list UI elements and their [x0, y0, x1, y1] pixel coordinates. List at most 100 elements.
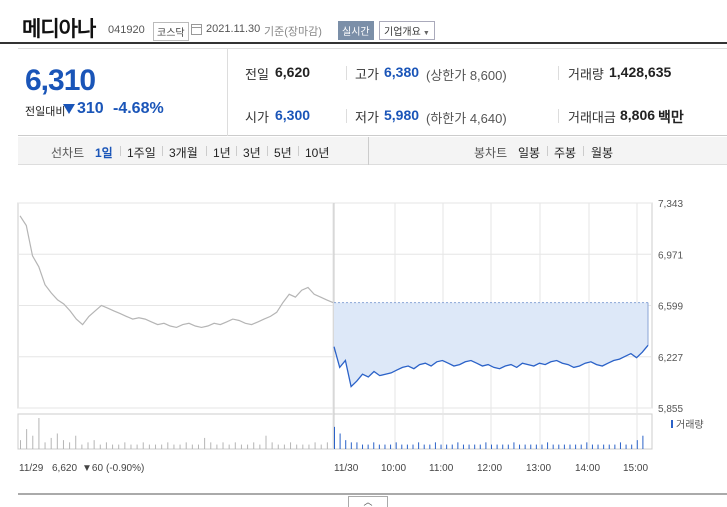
divider	[346, 66, 347, 80]
volume-bar	[457, 442, 459, 449]
amount-value: 8,806	[620, 107, 656, 123]
volume-bar	[519, 444, 521, 449]
volume-bar	[155, 444, 157, 449]
volume-bar	[326, 442, 328, 449]
line-chart-label: 선차트	[51, 146, 85, 160]
volume-bar	[142, 442, 144, 449]
low-value: 5,980	[384, 107, 420, 123]
period-1y[interactable]: 1년	[213, 144, 231, 161]
volume-bar	[591, 444, 593, 449]
volume-bar	[608, 444, 610, 449]
volume-bar	[271, 442, 273, 449]
open-value: 6,300	[275, 107, 311, 123]
x-tick-label: 11/29	[19, 463, 44, 474]
lower-limit: (하한가 4,640)	[426, 111, 507, 126]
y-tick-label: 6,227	[658, 353, 683, 364]
volume-bar	[334, 426, 335, 449]
volume-bar	[210, 442, 212, 449]
volume-bar	[423, 444, 425, 449]
x-tick-label: 14:00	[575, 463, 600, 474]
volume-legend-label: 거래량	[676, 419, 704, 431]
volume-label: 거래량	[568, 67, 604, 82]
volume-bar	[75, 435, 77, 449]
volume-bar	[216, 444, 218, 449]
volume-bar	[302, 444, 304, 449]
candle-daily[interactable]: 일봉	[518, 144, 540, 161]
divider	[547, 146, 548, 156]
candle-weekly[interactable]: 주봉	[554, 144, 576, 161]
prev-close-label: 전일	[245, 67, 269, 82]
price-chart-svg: 7,343 6,971 6,599 6,227 5,855 거래량 11/29 6,620 ▼6…	[17, 199, 727, 495]
y-tick-label: 6,599	[658, 302, 683, 313]
x-tick-label: 10:00	[381, 463, 406, 474]
upper-limit: (상한가 8,600)	[426, 68, 507, 83]
volume-bar	[161, 444, 163, 449]
volume-bar	[234, 442, 236, 449]
divider	[298, 146, 299, 156]
volume-bar	[586, 442, 588, 449]
stock-header: 메디아나 041920 코스닥 2021.11.30 기준(장마감) 실시간 기…	[0, 0, 727, 44]
y-tick-label: 5,855	[658, 404, 683, 415]
volume-bar	[378, 444, 380, 449]
period-10y[interactable]: 10년	[305, 144, 329, 161]
volume-bar	[277, 444, 279, 449]
candle-chart-label: 봉차트	[474, 146, 508, 160]
prev-day-close: 6,620	[52, 463, 77, 474]
volume-bar	[259, 444, 261, 449]
volume-bar	[50, 437, 52, 449]
volume-bar	[530, 444, 532, 449]
current-price: 6,310	[25, 64, 96, 97]
volume-bar	[32, 435, 34, 449]
series-line-day1	[19, 215, 334, 329]
volume-bar	[191, 444, 193, 449]
candle-monthly[interactable]: 월봉	[591, 144, 613, 161]
volume-bar	[440, 444, 442, 449]
company-overview-button[interactable]: 기업개요 ▼	[379, 21, 435, 40]
volume-bar	[558, 444, 560, 449]
x-tick-label: 15:00	[623, 463, 648, 474]
volume-bar	[26, 429, 28, 449]
volume-bar	[167, 442, 169, 449]
prev-day-rate: (-0.90%)	[106, 463, 144, 474]
volume-bar	[418, 442, 420, 449]
volume-bar	[173, 444, 175, 449]
period-3m[interactable]: 3개월	[169, 144, 198, 161]
volume-bar	[69, 442, 71, 449]
volume-bar	[384, 444, 386, 449]
price-chart[interactable]: 7,343 6,971 6,599 6,227 5,855 거래량 11/29 6,620 ▼6…	[0, 166, 727, 507]
low-label: 저가	[355, 110, 379, 125]
volume-bar	[502, 444, 504, 449]
volume-bar	[446, 444, 448, 449]
chart-collapse-button[interactable]: ︿	[348, 496, 388, 507]
volume-bar	[614, 444, 616, 449]
realtime-button[interactable]: 실시간	[338, 21, 374, 40]
volume-bar	[253, 442, 255, 449]
volume-bar	[339, 433, 341, 449]
volume-bar	[296, 444, 298, 449]
divider	[206, 146, 207, 156]
period-5y[interactable]: 5년	[274, 144, 292, 161]
y-tick-label: 7,343	[658, 199, 683, 210]
period-3y[interactable]: 3년	[243, 144, 261, 161]
stock-name: 메디아나	[22, 18, 96, 41]
volume-bar	[642, 435, 644, 449]
calendar-icon	[191, 24, 202, 35]
volume-bar	[314, 442, 316, 449]
volume-bar	[240, 444, 242, 449]
volume-bar	[513, 442, 515, 449]
volume-bar	[563, 444, 565, 449]
volume-bar	[320, 444, 322, 449]
volume-bar	[619, 442, 621, 449]
volume-bar	[429, 444, 431, 449]
divider	[558, 109, 559, 123]
volume-bar	[204, 437, 206, 449]
period-1w[interactable]: 1주일	[127, 144, 156, 161]
volume-bar	[356, 442, 358, 449]
divider	[236, 146, 237, 156]
volume-bar	[625, 444, 627, 449]
period-1d[interactable]: 1일	[95, 144, 113, 161]
x-tick-label: 11:00	[429, 463, 454, 474]
volume-bar	[185, 442, 187, 449]
volume-bar	[603, 444, 605, 449]
volume-bar	[20, 440, 21, 449]
